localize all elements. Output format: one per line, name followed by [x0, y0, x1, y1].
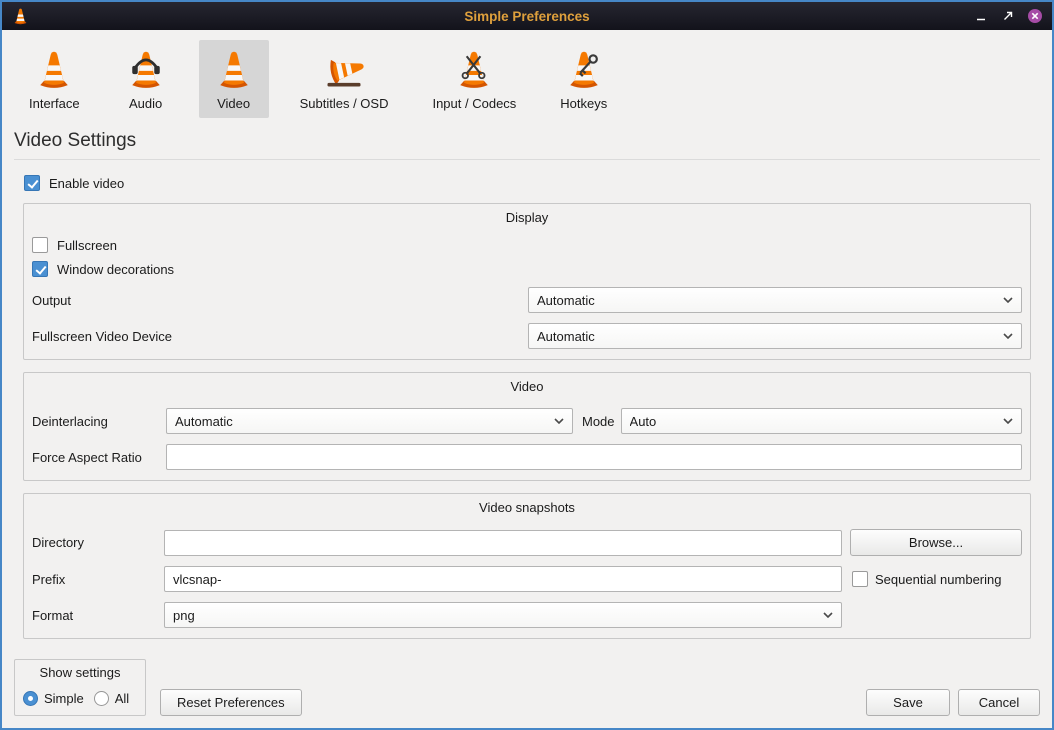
deinterlacing-label: Deinterlacing — [32, 414, 166, 429]
chevron-down-icon — [823, 612, 833, 618]
toolbar-item-audio[interactable]: Audio — [111, 40, 181, 118]
video-snapshots-group-title: Video snapshots — [32, 498, 1022, 519]
output-row: Output Automatic — [32, 287, 1022, 313]
footer: Show settings Simple All Reset Preferenc… — [2, 659, 1052, 728]
mode-select-value: Auto — [630, 414, 995, 429]
all-radio-label: All — [115, 691, 129, 706]
window-decorations-label: Window decorations — [57, 262, 174, 277]
video-group-title: Video — [32, 377, 1022, 398]
directory-row: Directory Browse... — [32, 529, 1022, 556]
titlebar: Simple Preferences — [2, 2, 1052, 30]
vlc-cone-icon — [32, 48, 76, 92]
output-select[interactable]: Automatic — [528, 287, 1022, 313]
prefix-input[interactable] — [164, 566, 842, 592]
toolbar-item-interface[interactable]: Interface — [16, 40, 93, 118]
directory-label: Directory — [32, 535, 164, 550]
toolbar-item-label: Subtitles / OSD — [300, 96, 389, 111]
restore-button[interactable] — [1000, 8, 1016, 24]
simple-preferences-window: Simple Preferences Interface — [0, 0, 1054, 730]
sequential-numbering-checkbox[interactable] — [852, 571, 868, 587]
vlc-cone-scissors-icon — [452, 48, 496, 92]
format-select[interactable]: png — [164, 602, 842, 628]
toolbar-item-label: Video — [217, 96, 250, 111]
enable-video-label: Enable video — [49, 176, 124, 191]
directory-input[interactable] — [164, 530, 842, 556]
display-group: Display Fullscreen Window decorations Ou… — [23, 203, 1031, 360]
format-row: Format png — [32, 602, 1022, 628]
close-button[interactable] — [1027, 8, 1043, 24]
fullscreen-row: Fullscreen — [32, 237, 1022, 253]
dialog-buttons: Save Cancel — [866, 689, 1040, 716]
show-settings-title: Show settings — [23, 663, 137, 684]
cancel-button[interactable]: Cancel — [958, 689, 1040, 716]
all-radio[interactable] — [94, 691, 109, 706]
window-decorations-row: Window decorations — [32, 261, 1022, 277]
browse-button[interactable]: Browse... — [850, 529, 1022, 556]
video-group: Video Deinterlacing Automatic Mode Auto … — [23, 372, 1031, 481]
prefix-row: Prefix Sequential numbering — [32, 566, 1022, 592]
deinterlacing-select-value: Automatic — [175, 414, 546, 429]
enable-video-checkbox[interactable] — [24, 175, 40, 191]
show-settings-radios: Simple All — [23, 691, 137, 706]
vlc-cone-tilted-icon — [322, 48, 366, 92]
window-title: Simple Preferences — [2, 9, 1052, 24]
save-button[interactable]: Save — [866, 689, 950, 716]
deinterlacing-row: Deinterlacing Automatic Mode Auto — [32, 408, 1022, 434]
vlc-app-icon — [11, 7, 30, 26]
vlc-cone-key-icon — [562, 48, 606, 92]
output-label: Output — [32, 293, 71, 308]
output-select-value: Automatic — [537, 293, 995, 308]
minimize-button[interactable] — [973, 8, 989, 24]
chevron-down-icon — [1003, 333, 1013, 339]
toolbar-item-label: Interface — [29, 96, 80, 111]
sequential-numbering-label: Sequential numbering — [875, 572, 1001, 587]
vlc-cone-headphones-icon — [124, 48, 168, 92]
toolbar-item-label: Hotkeys — [560, 96, 607, 111]
simple-radio[interactable] — [23, 691, 38, 706]
display-group-title: Display — [32, 208, 1022, 229]
force-aspect-ratio-row: Force Aspect Ratio — [32, 444, 1022, 470]
deinterlacing-select[interactable]: Automatic — [166, 408, 573, 434]
format-select-value: png — [173, 608, 815, 623]
force-aspect-ratio-input[interactable] — [166, 444, 1022, 470]
fullscreen-label: Fullscreen — [57, 238, 117, 253]
toolbar-item-subtitles-osd[interactable]: Subtitles / OSD — [287, 40, 402, 118]
simple-radio-label: Simple — [44, 691, 84, 706]
fullscreen-video-device-select[interactable]: Automatic — [528, 323, 1022, 349]
fullscreen-video-device-row: Fullscreen Video Device Automatic — [32, 323, 1022, 349]
vlc-cone-video-icon — [212, 48, 256, 92]
mode-select[interactable]: Auto — [621, 408, 1022, 434]
video-snapshots-group: Video snapshots Directory Browse... Pref… — [23, 493, 1031, 639]
category-toolbar: Interface Audio Video — [2, 30, 1052, 122]
heading-divider — [14, 159, 1040, 160]
toolbar-item-input-codecs[interactable]: Input / Codecs — [419, 40, 529, 118]
toolbar-item-label: Audio — [129, 96, 162, 111]
chevron-down-icon — [1003, 297, 1013, 303]
window-decorations-checkbox[interactable] — [32, 261, 48, 277]
chevron-down-icon — [554, 418, 564, 424]
fullscreen-video-device-label: Fullscreen Video Device — [32, 329, 172, 344]
prefix-label: Prefix — [32, 572, 164, 587]
fullscreen-checkbox[interactable] — [32, 237, 48, 253]
show-settings-group: Show settings Simple All — [14, 659, 146, 716]
mode-label: Mode — [582, 414, 615, 429]
window-controls — [973, 8, 1043, 24]
fullscreen-video-device-select-value: Automatic — [537, 329, 995, 344]
enable-video-row: Enable video — [24, 175, 1052, 191]
toolbar-item-label: Input / Codecs — [432, 96, 516, 111]
format-label: Format — [32, 608, 164, 623]
toolbar-item-hotkeys[interactable]: Hotkeys — [547, 40, 620, 118]
chevron-down-icon — [1003, 418, 1013, 424]
toolbar-item-video[interactable]: Video — [199, 40, 269, 118]
reset-preferences-button[interactable]: Reset Preferences — [160, 689, 302, 716]
force-aspect-ratio-label: Force Aspect Ratio — [32, 450, 166, 465]
page-title: Video Settings — [14, 130, 1040, 152]
